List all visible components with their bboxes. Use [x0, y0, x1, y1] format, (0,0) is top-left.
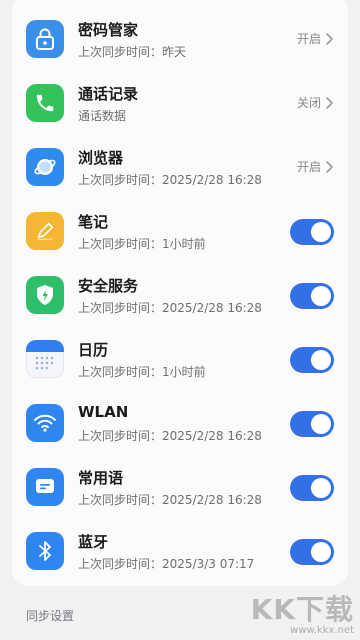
toggle-knob: [311, 542, 331, 562]
phone-icon: [26, 84, 64, 122]
chevron-right-icon: [326, 96, 333, 109]
sync-item-call-log[interactable]: 通话记录 通话数据 关闭: [12, 72, 348, 135]
sync-item-subtitle: 通话数据: [78, 109, 127, 123]
message-icon: [26, 468, 64, 506]
sync-item-title: 安全服务: [78, 277, 139, 295]
toggle-knob: [311, 350, 331, 370]
sync-item-bluetooth[interactable]: 蓝牙 上次同步时间：2025/3/3 07:17: [12, 520, 348, 583]
sync-item-title: 密码管家: [78, 21, 139, 39]
sync-list-card: 密码管家 上次同步时间：昨天 开启 通话记录 通话数据 关闭 浏览器 上次同步时…: [12, 0, 348, 586]
sync-item-subtitle: 上次同步时间：2025/2/28 16:28: [78, 301, 262, 315]
toggle-knob: [311, 286, 331, 306]
sync-item-title: 常用语: [78, 469, 124, 487]
watermark: KK下载 www.kkx.net: [250, 593, 354, 637]
sync-item-password-manager[interactable]: 密码管家 上次同步时间：昨天 开启: [12, 8, 348, 71]
sync-item-title: 日历: [78, 341, 109, 359]
sync-toggle[interactable]: [290, 219, 334, 245]
status-link[interactable]: 开启: [297, 30, 334, 47]
sync-toggle[interactable]: [290, 283, 334, 309]
sync-item-calendar[interactable]: 日历 上次同步时间：1小时前: [12, 328, 348, 391]
watermark-url: www.kkx.net: [290, 625, 354, 636]
shield-icon: [26, 276, 64, 314]
sync-toggle[interactable]: [290, 475, 334, 501]
calendar-icon: [26, 340, 64, 378]
sync-toggle[interactable]: [290, 347, 334, 373]
chevron-right-icon: [326, 160, 333, 173]
sync-item-subtitle: 上次同步时间：1小时前: [78, 365, 206, 379]
chevron-right-icon: [326, 32, 333, 45]
sync-item-title: WLAN: [78, 403, 129, 421]
sync-toggle[interactable]: [290, 411, 334, 437]
sync-item-subtitle: 上次同步时间：2025/2/28 16:28: [78, 173, 262, 187]
sync-item-notes[interactable]: 笔记 上次同步时间：1小时前: [12, 200, 348, 263]
toggle-knob: [311, 414, 331, 434]
toggle-knob: [311, 222, 331, 242]
sync-item-title: 浏览器: [78, 149, 124, 167]
pencil-icon: [26, 212, 64, 250]
status-link[interactable]: 开启: [297, 158, 334, 175]
status-text: 开启: [296, 160, 321, 174]
sync-item-common-phrases[interactable]: 常用语 上次同步时间：2025/2/28 16:28: [12, 456, 348, 519]
sync-item-security-service[interactable]: 安全服务 上次同步时间：2025/2/28 16:28: [12, 264, 348, 327]
sync-item-subtitle: 上次同步时间：2025/3/3 07:17: [78, 557, 255, 571]
status-text: 开启: [296, 32, 321, 46]
status-link[interactable]: 关闭: [297, 94, 334, 111]
status-text: 关闭: [296, 96, 321, 110]
sync-item-subtitle: 上次同步时间：昨天: [78, 45, 187, 59]
wifi-icon: [26, 404, 64, 442]
sync-item-title: 通话记录: [78, 85, 139, 103]
sync-item-wlan[interactable]: WLAN 上次同步时间：2025/2/28 16:28: [12, 392, 348, 455]
sync-toggle[interactable]: [290, 539, 334, 565]
section-label-sync-settings: 同步设置: [26, 609, 75, 623]
sync-item-subtitle: 上次同步时间：2025/2/28 16:28: [78, 429, 262, 443]
sync-item-browser[interactable]: 浏览器 上次同步时间：2025/2/28 16:28 开启: [12, 136, 348, 199]
bluetooth-icon: [26, 532, 64, 570]
lock-icon: [26, 20, 64, 58]
sync-item-subtitle: 上次同步时间：2025/2/28 16:28: [78, 493, 262, 507]
globe-icon: [26, 148, 64, 186]
sync-item-subtitle: 上次同步时间：1小时前: [78, 237, 206, 251]
sync-item-title: 笔记: [78, 213, 109, 231]
toggle-knob: [311, 478, 331, 498]
sync-item-title: 蓝牙: [78, 533, 109, 551]
watermark-logo-text: KK下载: [250, 593, 354, 626]
